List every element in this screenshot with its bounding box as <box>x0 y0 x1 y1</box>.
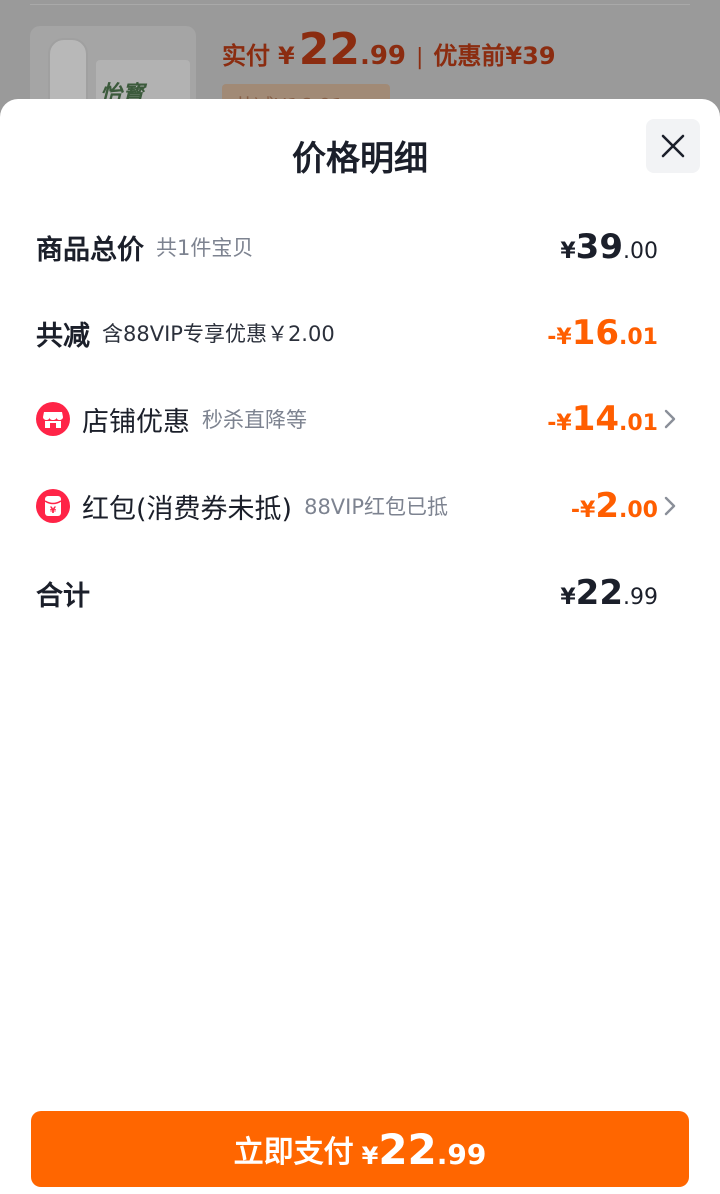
row-grand-total: 合计 ¥ 22 .99 <box>0 563 720 623</box>
total-discount-amount: - ¥ 16 .01 <box>547 303 658 363</box>
red-packet-amount: - ¥ 2 .00 <box>571 476 658 536</box>
red-packet-note: 88VIP红包已抵 <box>304 495 449 519</box>
total-discount-decimal: .01 <box>619 325 658 350</box>
red-packet-sign: - <box>570 498 581 523</box>
close-icon <box>661 134 685 158</box>
red-packet-decimal: .00 <box>619 498 658 523</box>
total-discount-label: 共减 <box>36 320 90 352</box>
goods-total-currency: ¥ <box>560 239 576 264</box>
grand-total-integer: 22 <box>575 573 623 613</box>
row-total-discount: 共减 含88VIP专享优惠￥2.00 - ¥ 16 .01 <box>0 303 720 363</box>
red-packet-label: 红包(消费券未抵) <box>82 493 293 525</box>
grand-total-label: 合计 <box>36 580 90 612</box>
grand-total-amount: ¥ 22 .99 <box>560 563 658 623</box>
pay-now-currency: ¥ <box>361 1141 379 1170</box>
background-price: 实付 ¥ 22 .99 | 优惠前¥39 <box>222 24 556 75</box>
goods-total-amount: ¥ 39 .00 <box>560 217 658 277</box>
pay-now-button[interactable]: 立即支付 ¥ 22 .99 <box>31 1111 689 1187</box>
goods-total-integer: 39 <box>575 227 623 267</box>
background-divider <box>30 4 690 5</box>
red-packet-integer: 2 <box>595 486 620 526</box>
shop-discount-decimal: .01 <box>619 411 658 436</box>
pay-now-label: 立即支付 <box>233 1135 354 1170</box>
shop-discount-currency: ¥ <box>556 411 572 436</box>
pay-now-integer: 22 <box>378 1124 437 1174</box>
row-red-packet[interactable]: ¥ 红包(消费券未抵) 88VIP红包已抵 - ¥ 2 .00 <box>0 476 720 536</box>
svg-text:¥: ¥ <box>50 506 57 516</box>
chevron-right-icon[interactable] <box>660 408 680 430</box>
total-discount-currency: ¥ <box>556 325 572 350</box>
red-packet-currency: ¥ <box>580 498 596 523</box>
grand-total-currency: ¥ <box>560 585 576 610</box>
goods-total-decimal: .00 <box>623 239 658 264</box>
total-discount-sign: - <box>547 325 557 350</box>
goods-total-count: 共1件宝贝 <box>156 236 254 260</box>
grand-total-decimal: .99 <box>623 585 658 610</box>
close-button[interactable] <box>646 119 700 173</box>
red-packet-icon: ¥ <box>36 489 70 523</box>
price-separator: | <box>416 45 424 70</box>
chevron-right-icon[interactable] <box>660 495 680 517</box>
sheet-title: 价格明细 <box>292 139 428 179</box>
shop-icon <box>36 402 70 436</box>
row-shop-discount[interactable]: 店铺优惠 秒杀直降等 - ¥ 14 .01 <box>0 389 720 449</box>
price-detail-sheet: 价格明细 商品总价 共1件宝贝 ¥ 39 .00 共减 含88VIP专享优惠￥2… <box>0 99 720 1194</box>
paid-currency: ¥ <box>278 42 295 70</box>
paid-label: 实付 <box>222 42 270 70</box>
paid-decimal: .99 <box>359 41 406 71</box>
shop-discount-sign: - <box>547 411 557 436</box>
pay-now-decimal: .99 <box>436 1137 487 1171</box>
shop-discount-amount: - ¥ 14 .01 <box>547 389 658 449</box>
pay-now-amount: ¥ 22 .99 <box>362 1125 487 1174</box>
shop-discount-label: 店铺优惠 <box>82 406 190 438</box>
total-discount-note: 含88VIP专享优惠￥2.00 <box>102 322 335 346</box>
row-goods-total: 商品总价 共1件宝贝 ¥ 39 .00 <box>0 217 720 277</box>
paid-integer: 22 <box>298 24 360 75</box>
shop-discount-note: 秒杀直降等 <box>202 408 307 432</box>
original-price: 优惠前¥39 <box>433 42 556 70</box>
goods-total-label: 商品总价 <box>36 234 144 266</box>
shop-discount-integer: 14 <box>571 399 620 439</box>
total-discount-integer: 16 <box>571 313 620 353</box>
